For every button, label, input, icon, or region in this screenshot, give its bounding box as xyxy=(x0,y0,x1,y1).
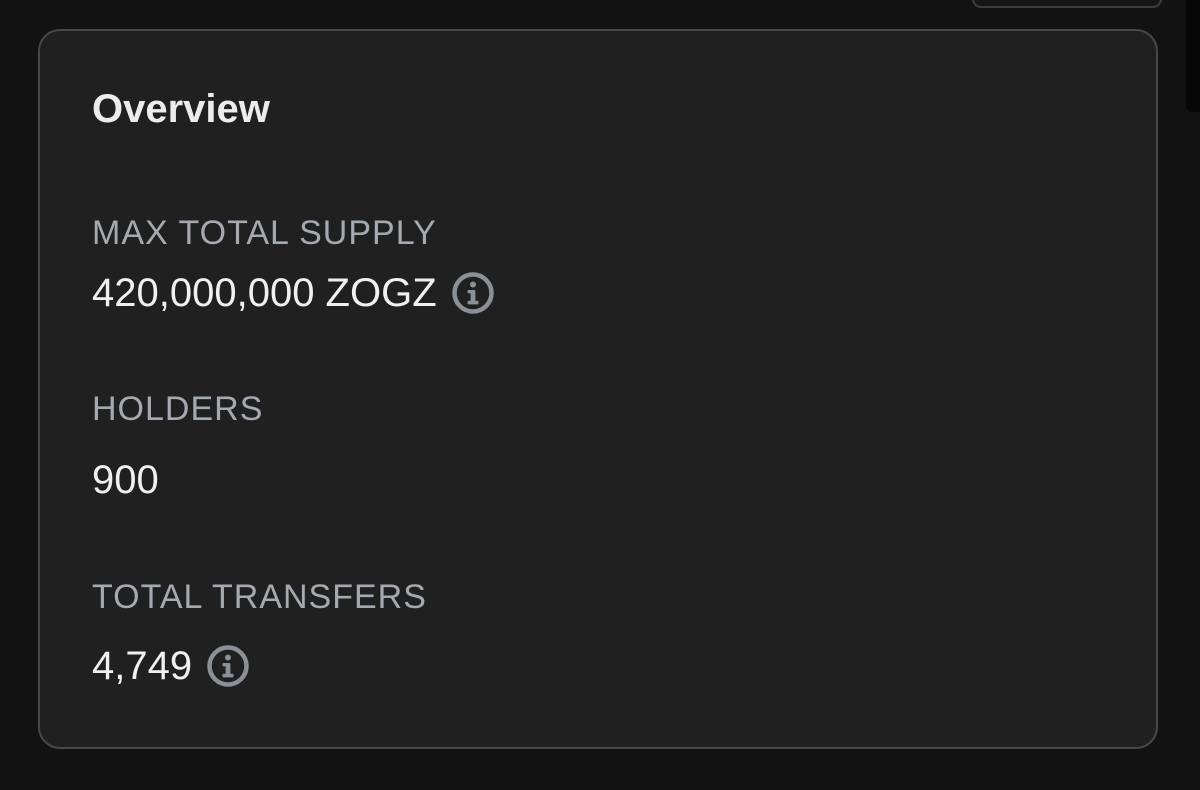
max-total-supply-value: 420,000,000 ZOGZ xyxy=(92,271,437,315)
holders-value: 900 xyxy=(92,458,159,502)
info-icon[interactable] xyxy=(451,271,495,315)
card-title: Overview xyxy=(92,87,270,131)
holders-label: HOLDERS xyxy=(92,390,264,428)
overview-card: Overview MAX TOTAL SUPPLY 420,000,000 ZO… xyxy=(38,29,1158,749)
total-transfers-value: 4,749 xyxy=(92,644,193,688)
info-icon[interactable] xyxy=(206,644,250,688)
max-total-supply-label: MAX TOTAL SUPPLY xyxy=(92,214,437,252)
top-tab-edge[interactable] xyxy=(972,0,1162,8)
page: Overview MAX TOTAL SUPPLY 420,000,000 ZO… xyxy=(0,0,1200,790)
max-total-supply-row: 420,000,000 ZOGZ xyxy=(92,271,495,315)
total-transfers-row: 4,749 xyxy=(92,644,250,688)
holders-row: 900 xyxy=(92,458,159,502)
total-transfers-label: TOTAL TRANSFERS xyxy=(92,578,427,616)
scrollbar-thumb[interactable] xyxy=(1186,0,1200,112)
